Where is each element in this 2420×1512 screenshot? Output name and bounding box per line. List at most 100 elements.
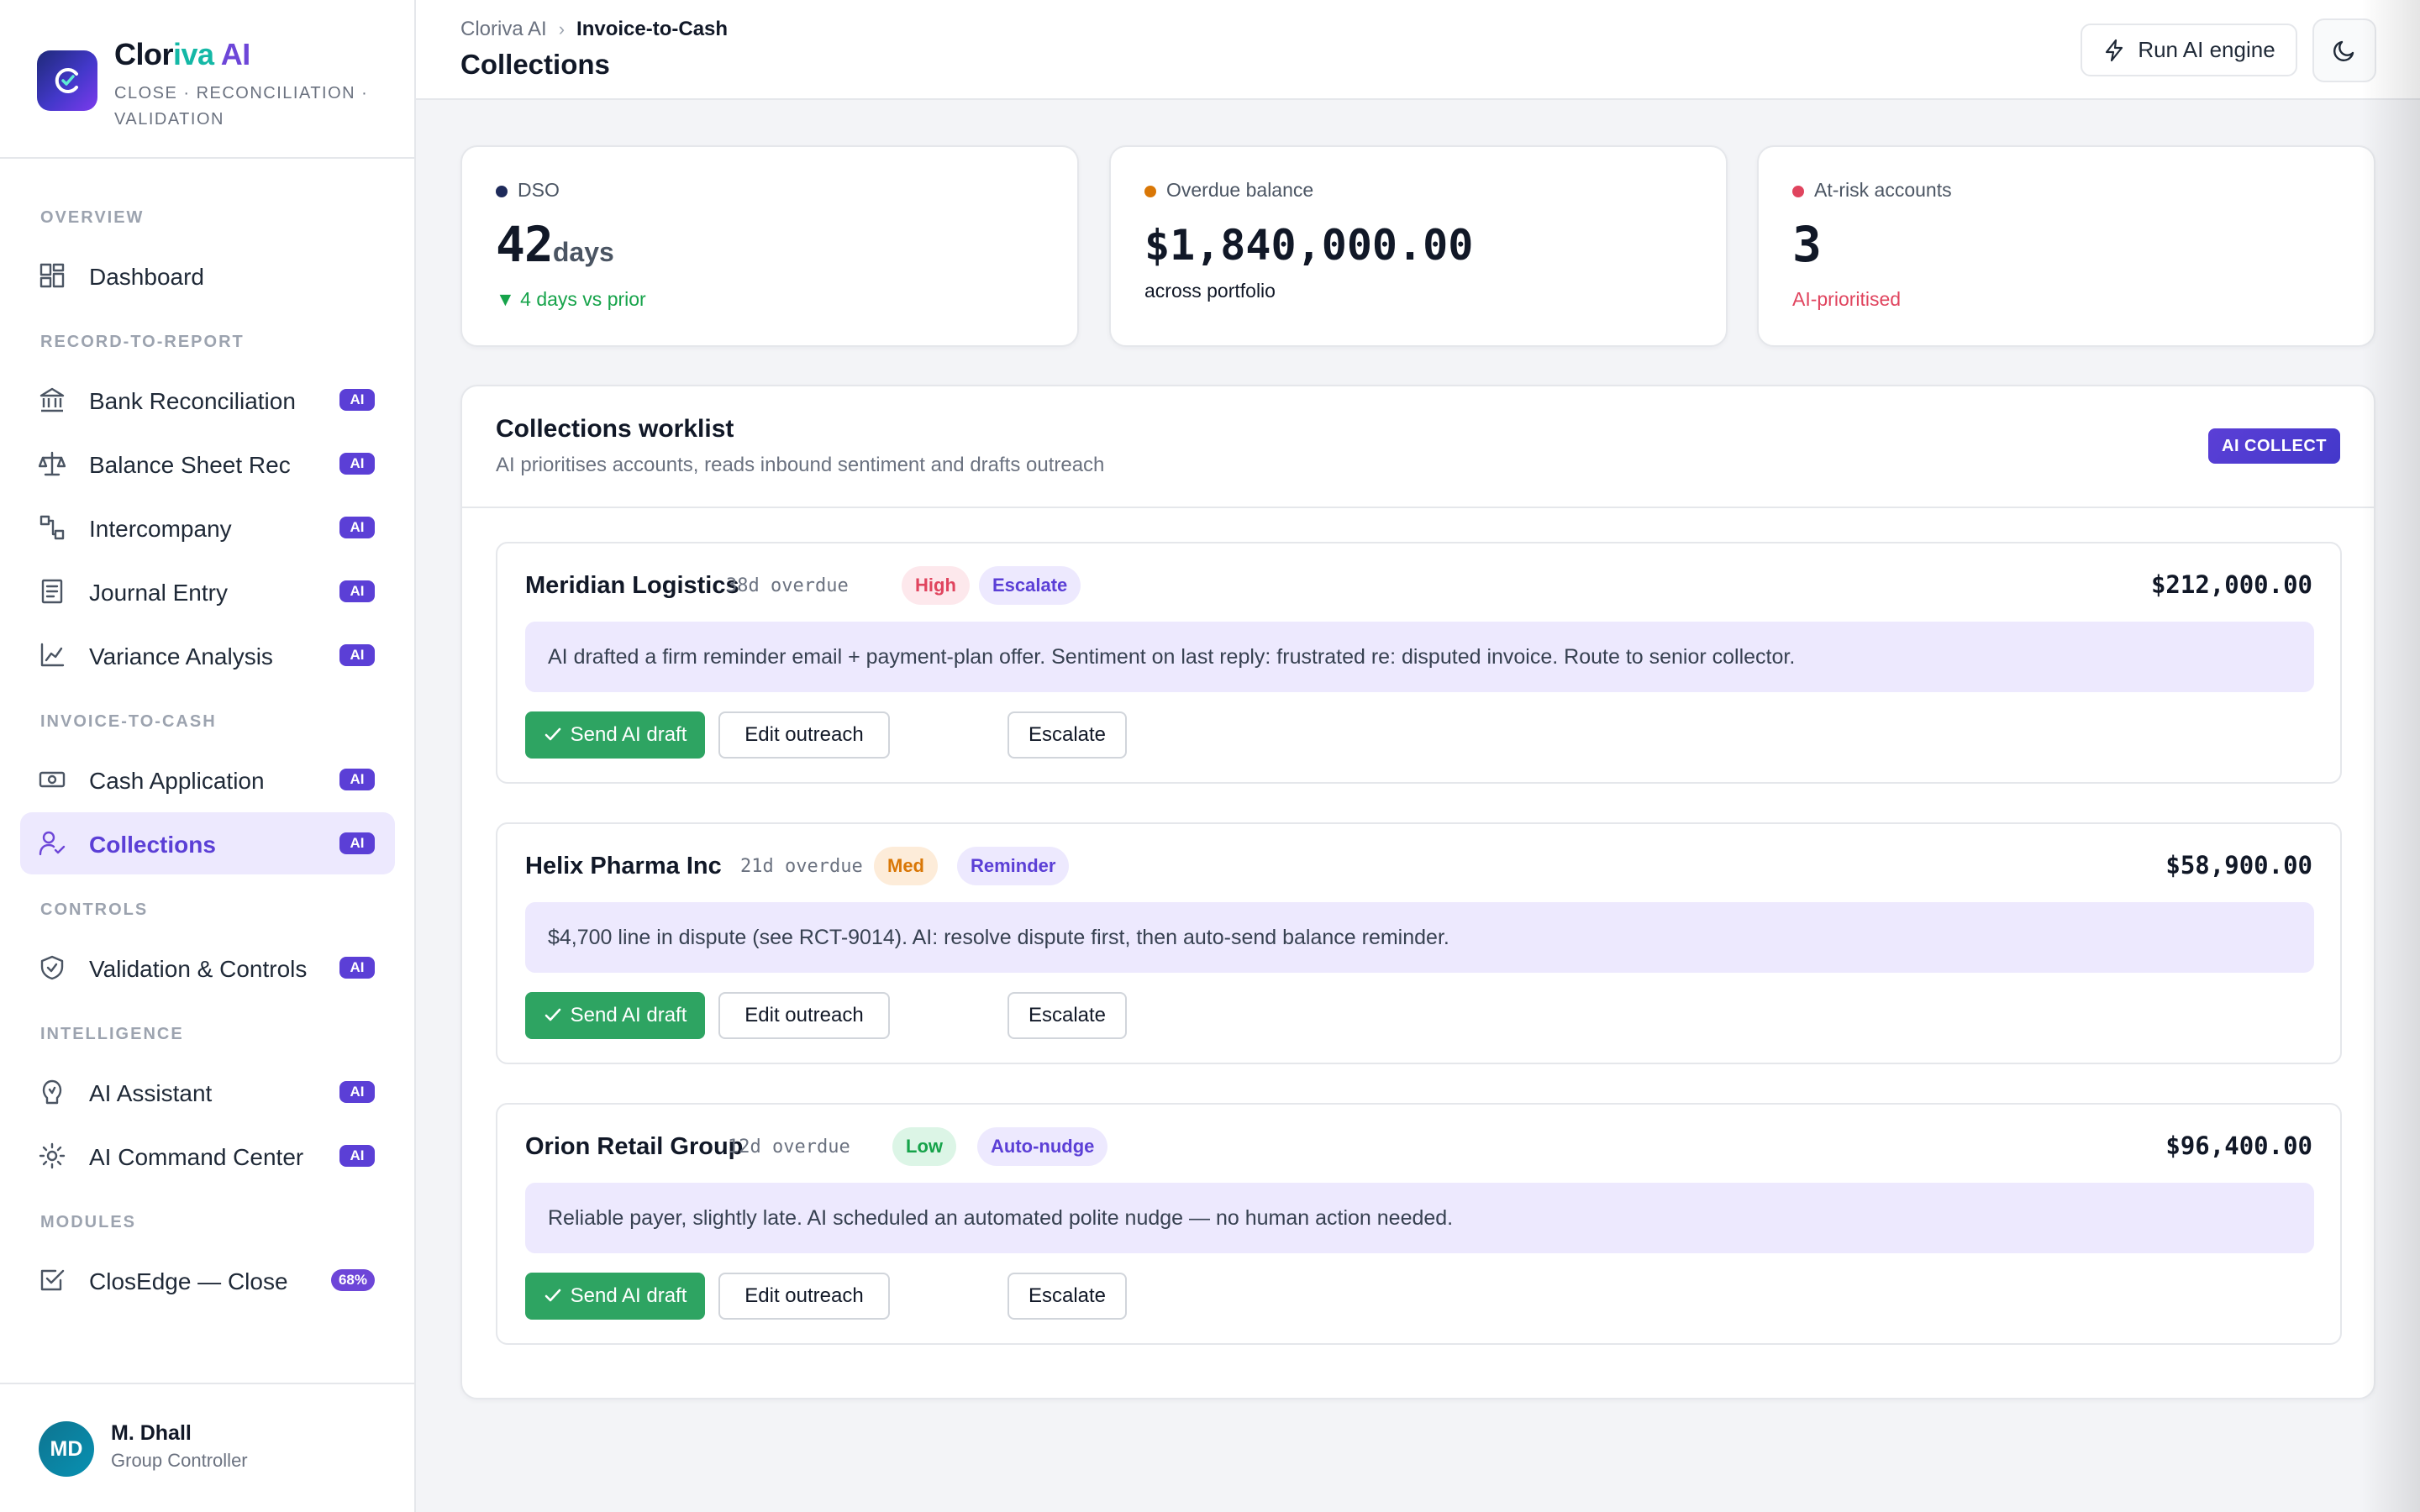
- sidebar: Cloriva AI CLOSE · RECONCILIATION · VALI…: [0, 0, 416, 1512]
- kpi-value-number: 42: [496, 216, 554, 273]
- kpi-trend: ▼ 4 days vs prior: [496, 288, 646, 310]
- edit-outreach-button[interactable]: Edit outreach: [718, 992, 890, 1039]
- breadcrumb-current: Invoice-to-Cash: [576, 18, 729, 40]
- status-dot: [1144, 186, 1156, 197]
- sidebar-item-label: Balance Sheet Rec: [89, 452, 291, 478]
- sidebar-item-intercompany[interactable]: Intercompany AI: [20, 496, 395, 559]
- kpi-value: 3: [1792, 216, 1822, 273]
- run-ai-engine-button[interactable]: Run AI engine: [2081, 24, 2297, 76]
- status-dot: [496, 186, 508, 197]
- check-icon: [544, 1008, 560, 1021]
- ai-badge: AI: [339, 644, 375, 666]
- nav-section-overview: OVERVIEW: [40, 208, 145, 227]
- nav-section-invoice-to-cash: INVOICE-TO-CASH: [40, 712, 217, 731]
- sidebar-item-variance-analysis[interactable]: Variance Analysis AI: [20, 624, 395, 686]
- brand-logo-icon[interactable]: [37, 50, 97, 111]
- ai-note: $4,700 line in dispute (see RCT-9014). A…: [525, 902, 2314, 973]
- send-ai-draft-label: Send AI draft: [570, 723, 687, 746]
- moon-icon: [2333, 40, 2354, 61]
- account-name: Helix Pharma Inc: [525, 853, 722, 879]
- kpi-label-text: Overdue balance: [1166, 179, 1314, 201]
- escalate-button[interactable]: Escalate: [1007, 711, 1127, 759]
- kpi-label-text: DSO: [518, 179, 560, 201]
- ai-badge: AI: [339, 389, 375, 411]
- kpi-value-unit: days: [552, 237, 614, 267]
- dashboard-icon: [39, 262, 66, 289]
- account-card-orion-retail[interactable]: Orion Retail Group 12d overdue Low Auto-…: [496, 1103, 2342, 1345]
- top-header: Cloriva AI › Invoice-to-Cash Collections…: [416, 0, 2420, 100]
- kpi-label: At-risk accounts: [1792, 179, 1952, 202]
- kpi-subtext: across portfolio: [1144, 280, 1276, 302]
- sidebar-item-closedge-close[interactable]: ClosEdge — Close 68%: [20, 1249, 395, 1311]
- edit-outreach-button[interactable]: Edit outreach: [718, 711, 890, 759]
- account-card-meridian-logistics[interactable]: Meridian Logistics 38d overdue High Esca…: [496, 542, 2342, 784]
- sidebar-item-label: Validation & Controls: [89, 956, 308, 982]
- sidebar-item-bank-reconciliation[interactable]: Bank Reconciliation AI: [20, 369, 395, 431]
- send-ai-draft-label: Send AI draft: [570, 1004, 687, 1026]
- account-name: Orion Retail Group: [525, 1133, 744, 1160]
- collections-worklist: Collections worklist AI prioritises acco…: [460, 385, 2375, 1399]
- account-amount: $58,900.00: [2165, 851, 2312, 879]
- shield-check-icon: [39, 954, 66, 981]
- checkbox-icon: [39, 1267, 66, 1294]
- escalate-button[interactable]: Escalate: [1007, 992, 1127, 1039]
- sidebar-item-label: Collections: [89, 832, 216, 858]
- account-card-helix-pharma[interactable]: Helix Pharma Inc 21d overdue Med Reminde…: [496, 822, 2342, 1064]
- edit-outreach-button[interactable]: Edit outreach: [718, 1273, 890, 1320]
- user-role: Group Controller: [111, 1450, 248, 1471]
- kpi-subtext: AI-prioritised: [1792, 288, 1902, 310]
- theme-toggle-button[interactable]: [2312, 18, 2376, 82]
- progress-badge: 68%: [330, 1269, 375, 1291]
- sidebar-item-label: Dashboard: [89, 264, 204, 290]
- ai-note: AI drafted a firm reminder email + payme…: [525, 622, 2314, 692]
- check-icon: [544, 727, 560, 741]
- ai-note: Reliable payer, slightly late. AI schedu…: [525, 1183, 2314, 1253]
- breadcrumb-separator: ›: [558, 18, 566, 39]
- worklist-title: Collections worklist: [496, 415, 734, 443]
- ai-badge: AI: [339, 517, 375, 538]
- brand-tagline: CLOSE · RECONCILIATION · VALIDATION: [114, 84, 369, 129]
- line-chart-icon: [39, 642, 66, 669]
- ai-collect-badge: AI COLLECT: [2208, 428, 2340, 464]
- sidebar-item-journal-entry[interactable]: Journal Entry AI: [20, 560, 395, 622]
- nav-section-intelligence: INTELLIGENCE: [40, 1025, 184, 1043]
- sidebar-item-collections[interactable]: Collections AI: [20, 812, 395, 874]
- breadcrumb: Cloriva AI › Invoice-to-Cash: [460, 18, 728, 41]
- send-ai-draft-button[interactable]: Send AI draft: [525, 992, 705, 1039]
- sidebar-item-label: AI Assistant: [89, 1080, 213, 1106]
- run-ai-engine-label: Run AI engine: [2138, 37, 2275, 62]
- ai-badge: AI: [339, 769, 375, 790]
- worklist-header: Collections worklist AI prioritises acco…: [462, 386, 2374, 508]
- kpi-label: DSO: [496, 179, 560, 202]
- send-ai-draft-button[interactable]: Send AI draft: [525, 711, 705, 759]
- priority-badge: High: [902, 566, 970, 605]
- nav-section-record-to-report: RECORD-TO-REPORT: [40, 333, 245, 351]
- kpi-card-dso: DSO 42days ▼ 4 days vs prior: [460, 145, 1079, 347]
- sidebar-item-cash-application[interactable]: Cash Application AI: [20, 748, 395, 811]
- kpi-value: $1,840,000.00: [1144, 221, 1474, 270]
- account-amount: $96,400.00: [2165, 1131, 2312, 1160]
- ai-badge: AI: [339, 1145, 375, 1167]
- sidebar-item-label: Variance Analysis: [89, 643, 273, 669]
- overdue-days: 38d overdue: [726, 575, 849, 596]
- sidebar-item-dashboard[interactable]: Dashboard: [20, 244, 395, 307]
- sidebar-item-label: Journal Entry: [89, 580, 228, 606]
- sidebar-item-balance-sheet-rec[interactable]: Balance Sheet Rec AI: [20, 433, 395, 495]
- escalate-button[interactable]: Escalate: [1007, 1273, 1127, 1320]
- sidebar-item-label: Intercompany: [89, 516, 232, 542]
- send-ai-draft-button[interactable]: Send AI draft: [525, 1273, 705, 1320]
- user-name: M. Dhall: [111, 1421, 192, 1445]
- sidebar-item-ai-command-center[interactable]: AI Command Center AI: [20, 1125, 395, 1187]
- user-profile[interactable]: MD M. Dhall Group Controller: [0, 1383, 414, 1512]
- sidebar-item-ai-assistant[interactable]: AI Assistant AI: [20, 1061, 395, 1123]
- sidebar-item-validation-controls[interactable]: Validation & Controls AI: [20, 937, 395, 999]
- account-name: Meridian Logistics: [525, 572, 739, 599]
- breadcrumb-root[interactable]: Cloriva AI: [460, 18, 547, 41]
- kpi-value: 42days: [496, 216, 614, 273]
- kpi-card-overdue-balance: Overdue balance $1,840,000.00 across por…: [1109, 145, 1728, 347]
- scale-icon: [39, 450, 66, 477]
- lightning-icon: [2106, 39, 2123, 61]
- ai-badge: AI: [339, 957, 375, 979]
- worklist-subtitle: AI prioritises accounts, reads inbound s…: [496, 454, 1105, 476]
- send-ai-draft-label: Send AI draft: [570, 1284, 687, 1307]
